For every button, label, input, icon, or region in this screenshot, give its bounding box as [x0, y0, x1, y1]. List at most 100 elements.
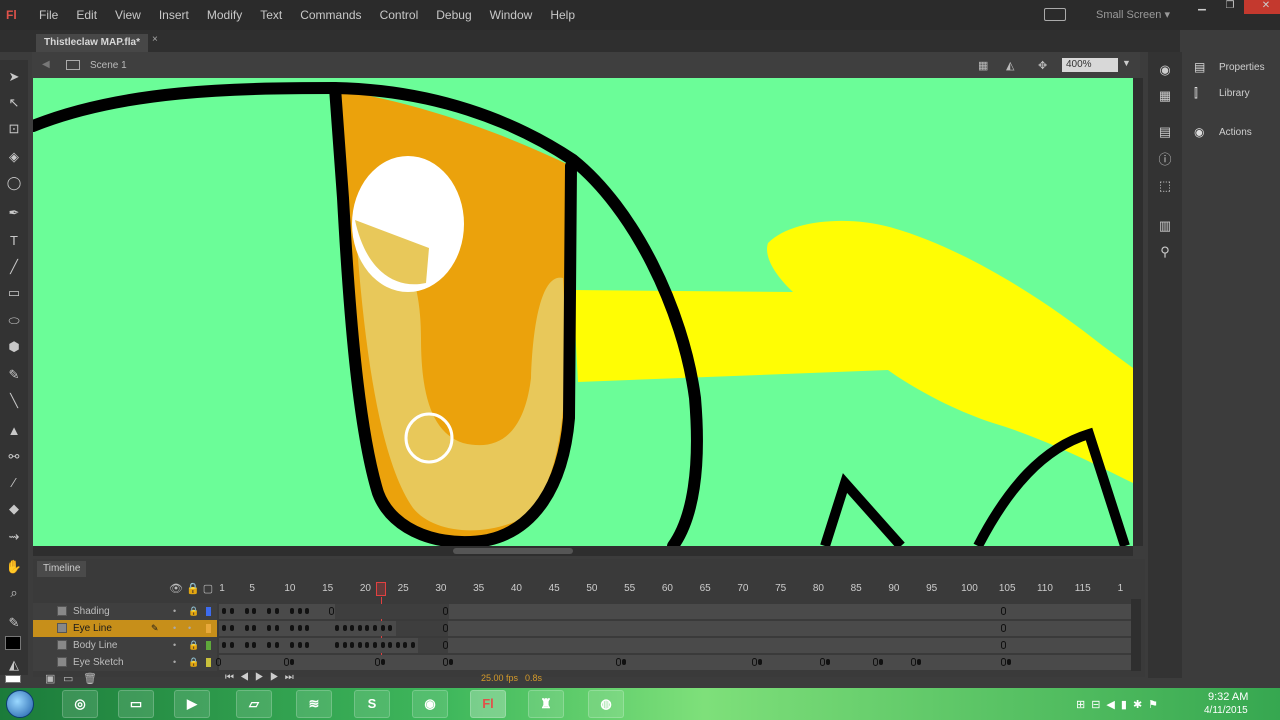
chrome-icon[interactable]: ◎ — [62, 690, 98, 718]
menu-view[interactable]: View — [106, 8, 150, 22]
flash-taskbar-icon[interactable]: Fl — [470, 690, 506, 718]
start-button[interactable] — [6, 690, 34, 718]
obs-icon[interactable]: ◉ — [412, 690, 448, 718]
text-tool-icon[interactable]: T — [5, 232, 23, 250]
menu-file[interactable]: File — [30, 8, 67, 22]
keyframe[interactable] — [244, 642, 249, 648]
pen-tool-icon[interactable]: ✒ — [5, 204, 23, 222]
keyframe[interactable] — [274, 608, 279, 614]
stroke-color-swatch[interactable] — [5, 636, 21, 650]
layer-row[interactable]: Eye Line • • ✎ — [33, 620, 1139, 637]
timeline-vertical-scrollbar[interactable] — [1131, 599, 1141, 671]
keyframe[interactable] — [297, 608, 302, 614]
keyframe[interactable] — [305, 608, 310, 614]
zoom-field[interactable]: 400% — [1062, 58, 1118, 72]
keyframe[interactable] — [252, 608, 257, 614]
stage-horizontal-scroll-thumb[interactable] — [453, 548, 573, 554]
layer-frames[interactable] — [219, 638, 1134, 653]
layer-row[interactable]: Shading • 🔒 — [33, 603, 1139, 620]
keyframe[interactable] — [388, 625, 393, 631]
oval-tool-icon[interactable]: ⬭ — [5, 312, 23, 330]
keyframe[interactable] — [365, 642, 370, 648]
menu-help[interactable]: Help — [541, 8, 584, 22]
explorer-icon[interactable]: ▭ — [118, 690, 154, 718]
blank-keyframe[interactable] — [442, 658, 448, 666]
menu-insert[interactable]: Insert — [150, 8, 198, 22]
keyframe[interactable] — [335, 642, 340, 648]
components-panel-icon[interactable]: ▥ — [1157, 218, 1173, 234]
document-tab-close-icon[interactable]: × — [152, 34, 158, 45]
keyframe[interactable] — [916, 659, 921, 665]
width-tool-icon[interactable]: ⇝ — [5, 528, 23, 546]
stage-vertical-scrollbar[interactable] — [1133, 78, 1143, 546]
layer-frames[interactable] — [216, 655, 1134, 670]
layer-outline-color[interactable] — [206, 658, 211, 667]
layer-frames[interactable] — [219, 621, 1134, 636]
keyframe[interactable] — [222, 625, 226, 631]
keyframe[interactable] — [342, 642, 347, 648]
blank-keyframe[interactable] — [329, 607, 335, 615]
layer-lock-icon[interactable]: 🔒 — [188, 637, 199, 654]
actions-panel-tab[interactable]: ◉ Actions — [1194, 123, 1252, 141]
keyframe[interactable] — [222, 608, 226, 614]
menu-debug[interactable]: Debug — [427, 8, 480, 22]
keyframe[interactable] — [229, 608, 234, 614]
new-layer-icon[interactable]: ▣ — [45, 672, 55, 685]
zoom-dropdown-icon[interactable]: ▼ — [1122, 58, 1131, 68]
keyframe[interactable] — [297, 642, 302, 648]
keyframe[interactable] — [229, 642, 234, 648]
app-icon-10[interactable]: ◍ — [588, 690, 624, 718]
blank-keyframe[interactable] — [442, 624, 448, 632]
blank-keyframe[interactable] — [374, 658, 380, 666]
system-tray-icons[interactable]: ⊞⊟◀▮✱⚑ — [1076, 698, 1164, 711]
workspace-switcher-icon[interactable] — [1044, 8, 1066, 21]
line-tool-icon[interactable]: ╱ — [5, 258, 23, 276]
zoom-tool-icon[interactable]: ⌕ — [5, 584, 23, 602]
center-stage-icon[interactable]: ✥ — [1038, 59, 1052, 72]
restore-button[interactable]: ❐ — [1216, 0, 1244, 14]
blank-keyframe[interactable] — [872, 658, 878, 666]
keyframe[interactable] — [289, 625, 294, 631]
menu-modify[interactable]: Modify — [198, 8, 251, 22]
keyframe[interactable] — [305, 642, 310, 648]
keyframe[interactable] — [622, 659, 627, 665]
app-icon-9[interactable]: ♜ — [528, 690, 564, 718]
keyframe[interactable] — [305, 625, 310, 631]
layer-lock-icon[interactable]: • — [188, 620, 191, 637]
fps-readout[interactable]: 25.00 fps — [481, 673, 518, 683]
skype-icon[interactable]: S — [354, 690, 390, 718]
keyframe[interactable] — [380, 625, 385, 631]
close-button[interactable]: ✕ — [1244, 0, 1280, 14]
layer-frames[interactable] — [219, 604, 1134, 619]
blank-keyframe[interactable] — [1001, 658, 1007, 666]
eyedropper-tool-icon[interactable]: ⁄ — [5, 474, 23, 492]
blank-keyframe[interactable] — [616, 658, 622, 666]
blank-keyframe[interactable] — [442, 607, 448, 615]
selection-tool-icon[interactable]: ➤ — [5, 68, 23, 86]
keyframe[interactable] — [350, 642, 355, 648]
layer-lock-icon[interactable]: 🔒 — [188, 603, 199, 620]
keyframe[interactable] — [267, 642, 272, 648]
keyframe[interactable] — [274, 625, 279, 631]
stage[interactable] — [33, 78, 1133, 546]
keyframe[interactable] — [357, 625, 362, 631]
delete-layer-icon[interactable]: 🗑 — [83, 672, 97, 685]
bone-tool-icon[interactable]: ⚯ — [5, 448, 23, 466]
keyframe[interactable] — [878, 659, 883, 665]
layer-visibility-icon[interactable]: • — [173, 620, 176, 637]
keyframe[interactable] — [373, 642, 377, 648]
blank-keyframe[interactable] — [752, 658, 758, 666]
menu-commands[interactable]: Commands — [291, 8, 370, 22]
edit-scene-icon[interactable]: ▦ — [978, 59, 992, 72]
pencil-tool-icon[interactable]: ✎ — [5, 366, 23, 384]
document-tab[interactable]: Thistleclaw MAP.fla* — [36, 34, 148, 52]
keyframe[interactable] — [395, 642, 400, 648]
keyframe[interactable] — [222, 642, 226, 648]
lasso-tool-icon[interactable]: ◯ — [5, 174, 23, 192]
keyframe[interactable] — [388, 642, 393, 648]
layer-row[interactable]: Body Line • 🔒 — [33, 637, 1139, 654]
keyframe[interactable] — [244, 625, 249, 631]
clock-date[interactable]: 4/11/2015 — [1204, 705, 1248, 716]
layer-visibility-icon[interactable]: • — [173, 603, 176, 620]
menu-control[interactable]: Control — [371, 8, 428, 22]
